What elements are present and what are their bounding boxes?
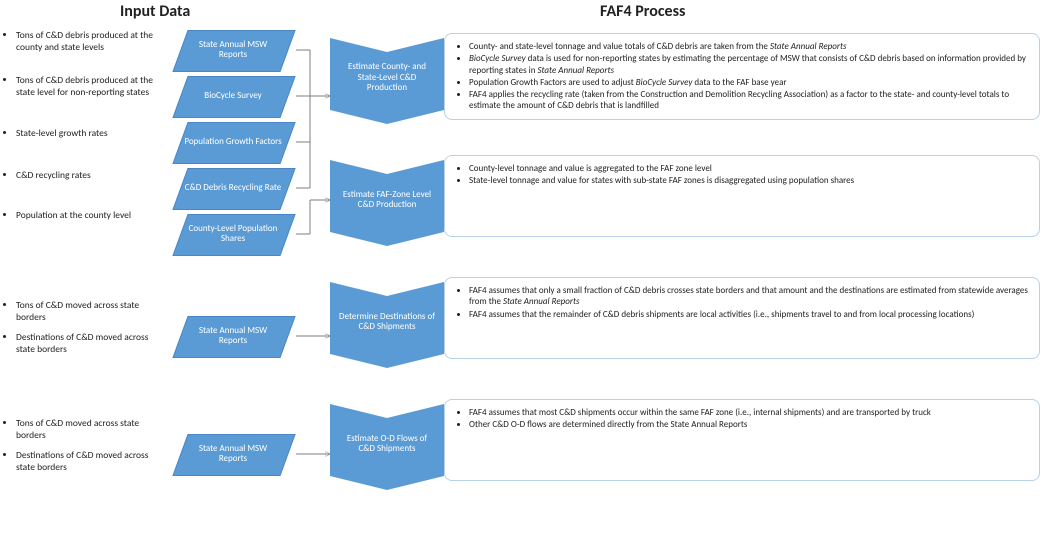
data-source-p3: C&D Debris Recycling Rate <box>180 168 286 208</box>
data-source-p6: State Annual MSW Reports <box>180 434 286 474</box>
input-bullet: Destinations of C&D moved across state b… <box>16 450 168 474</box>
process-bullet: Population Growth Factors are used to ad… <box>469 77 1029 88</box>
input-bullet: Destinations of C&D moved across state b… <box>16 332 168 356</box>
process-step-label: Determine Destinations of C&D Shipments <box>338 312 436 333</box>
input-bullet-group: Tons of C&D debris produced at the count… <box>0 30 168 62</box>
input-bullet-group: Tons of C&D debris produced at the state… <box>0 75 168 107</box>
chevron-point <box>330 354 444 368</box>
process-bullet: BioCycle Survey data is used for non-rep… <box>469 53 1029 76</box>
process-step-label: Estimate County- and State-Level C&D Pro… <box>338 62 436 93</box>
process-step-label: Estimate FAF-Zone Level C&D Production <box>338 190 436 211</box>
data-source-label: State Annual MSW Reports <box>180 434 286 474</box>
chevron-point <box>330 232 444 246</box>
chevron-point <box>330 476 444 490</box>
input-bullet: State-level growth rates <box>16 128 168 140</box>
chevron-notch <box>330 282 444 296</box>
data-source-p1: BioCycle Survey <box>180 76 286 116</box>
input-bullet: Population at the county level <box>16 210 168 222</box>
process-description-s0: County- and state-level tonnage and valu… <box>444 33 1040 120</box>
process-description-s1: County-level tonnage and value is aggreg… <box>444 155 1040 237</box>
process-step-s0: Estimate County- and State-Level C&D Pro… <box>330 38 444 110</box>
data-source-p0: State Annual MSW Reports <box>180 30 286 70</box>
process-bullet: FAF4 applies the recycling rate (taken f… <box>469 89 1029 112</box>
input-bullet: Tons of C&D moved across state borders <box>16 418 168 442</box>
data-source-label: C&D Debris Recycling Rate <box>180 168 286 208</box>
header-faf4-process: FAF4 Process <box>600 2 685 21</box>
process-bullet: FAF4 assumes that only a small fraction … <box>469 285 1029 308</box>
process-description-s2: FAF4 assumes that only a small fraction … <box>444 277 1040 359</box>
data-source-label: State Annual MSW Reports <box>180 30 286 70</box>
input-bullet: Tons of C&D debris produced at the count… <box>16 30 168 54</box>
process-step-s3: Estimate O-D Flows of C&D Shipments <box>330 404 444 476</box>
process-bullet: County-level tonnage and value is aggreg… <box>469 163 1029 174</box>
process-step-s1: Estimate FAF-Zone Level C&D Production <box>330 160 444 232</box>
input-bullet-group: C&D recycling rates <box>0 170 168 190</box>
input-bullet: Tons of C&D moved across state borders <box>16 300 168 324</box>
input-bullet-group: Population at the county level <box>0 210 168 230</box>
process-bullet: Other C&D O-D flows are determined direc… <box>469 419 1029 430</box>
process-step-label: Estimate O-D Flows of C&D Shipments <box>338 434 436 455</box>
data-source-label: State Annual MSW Reports <box>180 316 286 356</box>
data-source-p5: State Annual MSW Reports <box>180 316 286 356</box>
data-source-p4: County-Level Population Shares <box>180 214 286 254</box>
chevron-notch <box>330 404 444 418</box>
chevron-notch <box>330 160 444 174</box>
chevron-notch <box>330 38 444 52</box>
input-bullet-group: Tons of C&D moved across state borders De… <box>0 418 168 482</box>
input-bullet-group: State-level growth rates <box>0 128 168 148</box>
process-step-s2: Determine Destinations of C&D Shipments <box>330 282 444 354</box>
process-bullet: FAF4 assumes that most C&D shipments occ… <box>469 407 1029 418</box>
input-bullet: C&D recycling rates <box>16 170 168 182</box>
process-description-s3: FAF4 assumes that most C&D shipments occ… <box>444 399 1040 481</box>
data-source-p2: Population Growth Factors <box>180 122 286 162</box>
process-bullet: FAF4 assumes that the remainder of C&D d… <box>469 309 1029 320</box>
input-bullet: Tons of C&D debris produced at the state… <box>16 75 168 99</box>
data-source-label: County-Level Population Shares <box>180 214 286 254</box>
input-bullet-group: Tons of C&D moved across state borders De… <box>0 300 168 364</box>
data-source-label: BioCycle Survey <box>180 76 286 116</box>
header-input-data: Input Data <box>120 2 190 21</box>
process-bullet: County- and state-level tonnage and valu… <box>469 41 1029 52</box>
data-source-label: Population Growth Factors <box>180 122 286 162</box>
chevron-point <box>330 110 444 124</box>
process-bullet: State-level tonnage and value for states… <box>469 175 1029 186</box>
